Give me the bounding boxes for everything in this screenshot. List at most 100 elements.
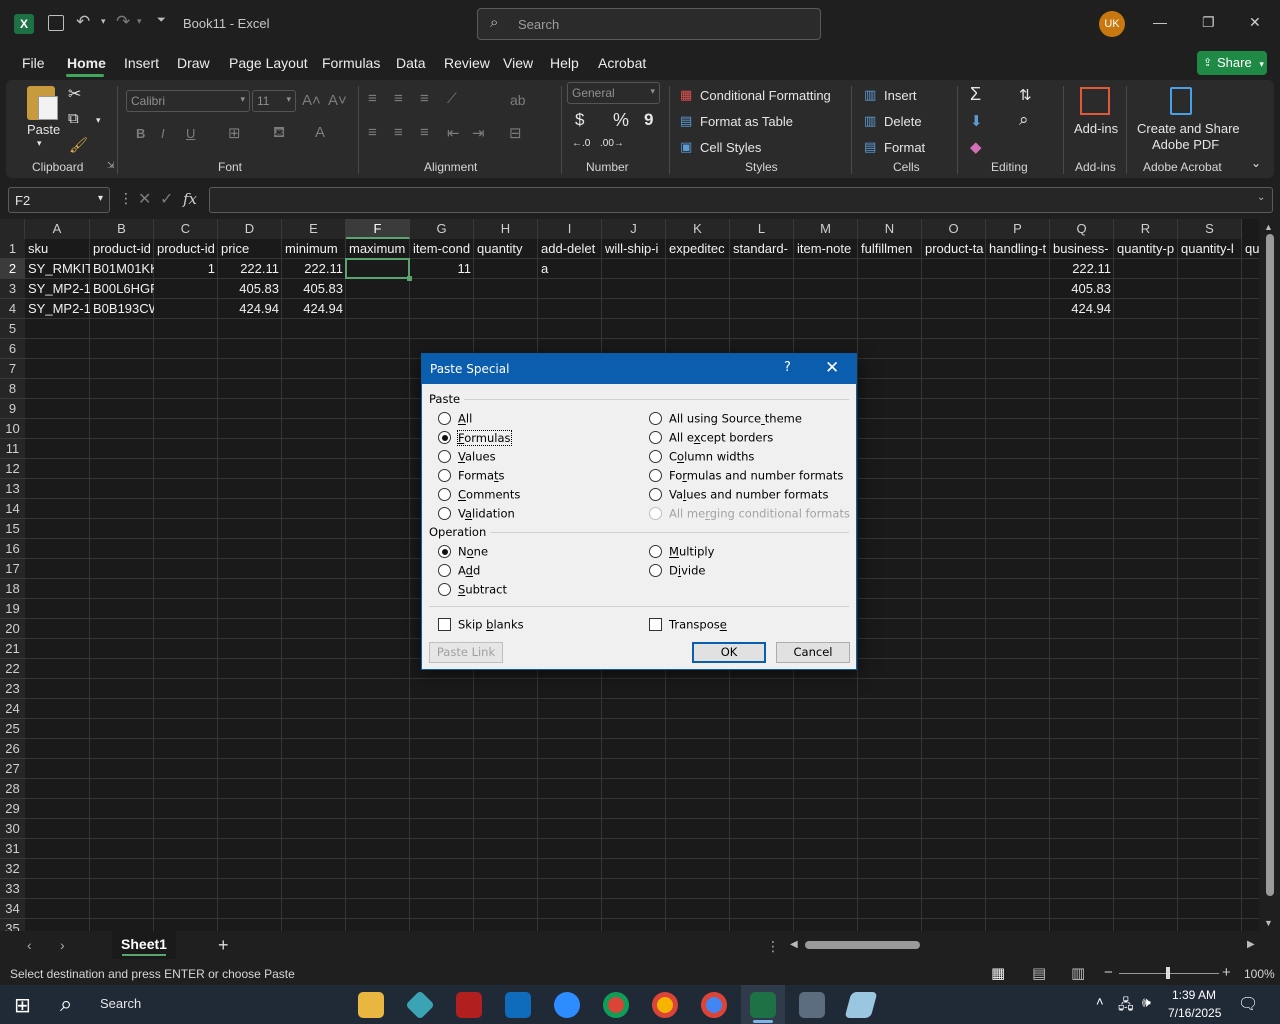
align-left-icon[interactable]: ≡	[368, 124, 377, 141]
column-header-a[interactable]: A	[25, 219, 90, 239]
font-color-icon[interactable]: A	[315, 124, 325, 141]
zoom-out-icon[interactable]: −	[1104, 964, 1113, 981]
row-header-30[interactable]: 30	[0, 819, 25, 839]
menu-help[interactable]: Help	[550, 55, 579, 71]
clear-icon[interactable]: ◆	[970, 138, 982, 156]
radio-all-merging-conditional-formats[interactable]: All merging conditional formats	[649, 506, 850, 522]
cell-s1[interactable]: quantity-l	[1178, 239, 1242, 259]
dialog-close-icon[interactable]: ✕	[825, 358, 839, 378]
column-header-s[interactable]: S	[1178, 219, 1242, 239]
scroll-right-icon[interactable]: ▶	[1247, 939, 1255, 950]
row-header-8[interactable]: 8	[0, 379, 25, 399]
row-header-14[interactable]: 14	[0, 499, 25, 519]
increase-decimal-icon[interactable]: ←.0	[572, 138, 590, 149]
row-header-16[interactable]: 16	[0, 539, 25, 559]
menu-view[interactable]: View	[503, 55, 533, 71]
cell-k1[interactable]: expeditec	[666, 239, 730, 259]
row-header-27[interactable]: 27	[0, 759, 25, 779]
cut-icon[interactable]: ✂	[68, 84, 81, 104]
format-cells-button[interactable]: Format	[884, 140, 925, 155]
paste-label[interactable]: Paste	[27, 122, 60, 137]
column-header-b[interactable]: B	[90, 219, 154, 239]
font-name-select[interactable]: Calibri ▾	[126, 90, 250, 112]
bold-button[interactable]: B	[136, 126, 145, 141]
zoom-slider-thumb[interactable]	[1166, 967, 1170, 979]
fill-icon[interactable]: ⬇	[970, 112, 983, 130]
format-painter-icon[interactable]: 🖌	[69, 136, 88, 154]
menu-data[interactable]: Data	[396, 55, 426, 71]
cell-t1[interactable]: qu	[1242, 239, 1259, 259]
row-header-35[interactable]: 35	[0, 919, 25, 931]
row-header-22[interactable]: 22	[0, 659, 25, 679]
cancel-button[interactable]: Cancel	[776, 642, 850, 663]
notifications-icon[interactable]: 🗨	[1238, 994, 1258, 1014]
cell-a4[interactable]: SY_MP2-1	[25, 299, 90, 319]
row-header-24[interactable]: 24	[0, 699, 25, 719]
decrease-font-icon[interactable]: A˅	[328, 92, 347, 109]
create-pdf-line2[interactable]: Adobe PDF	[1152, 137, 1219, 152]
cell-g2[interactable]: 11	[410, 259, 474, 279]
radio-formats[interactable]: Formats	[438, 468, 505, 484]
cancel-entry-icon[interactable]: ✕	[138, 189, 151, 209]
cell-e4[interactable]: 424.94	[282, 299, 346, 319]
calculator-icon[interactable]	[799, 992, 825, 1018]
file-explorer-icon[interactable]	[358, 992, 384, 1018]
radio-all-using-source-theme[interactable]: All using Source theme	[649, 411, 802, 427]
decrease-indent-icon[interactable]: ⇤	[447, 124, 460, 142]
normal-view-icon[interactable]: ▦	[991, 964, 1005, 982]
transpose-checkbox[interactable]: Transpose	[649, 617, 727, 633]
column-header-j[interactable]: J	[602, 219, 666, 239]
cell-a3[interactable]: SY_MP2-1	[25, 279, 90, 299]
column-header-e[interactable]: E	[282, 219, 346, 239]
horizontal-scroll-thumb[interactable]	[805, 941, 920, 949]
volume-icon[interactable]: 🕪	[1142, 994, 1151, 1011]
cell-a1[interactable]: sku	[25, 239, 90, 259]
row-header-11[interactable]: 11	[0, 439, 25, 459]
tray-chevron-icon[interactable]: ˄	[1096, 994, 1104, 1009]
name-box[interactable]: F2 ▾	[8, 187, 110, 213]
row-header-4[interactable]: 4	[0, 299, 25, 319]
autosum-icon[interactable]: Σ	[970, 84, 981, 105]
cell-r1[interactable]: quantity-p	[1114, 239, 1178, 259]
orientation-icon[interactable]: ⟋	[447, 90, 457, 107]
zoom-level[interactable]: 100%	[1244, 967, 1275, 981]
row-header-33[interactable]: 33	[0, 879, 25, 899]
cell-b4[interactable]: B0B193CW2V	[90, 299, 154, 319]
column-header-m[interactable]: M	[794, 219, 858, 239]
column-header-n[interactable]: N	[858, 219, 922, 239]
radio-none[interactable]: None	[438, 544, 488, 560]
vertical-scroll-thumb[interactable]	[1266, 234, 1274, 896]
cell-d2[interactable]: 222.11	[218, 259, 282, 279]
middle-align-icon[interactable]: ≡	[394, 90, 403, 107]
radio-formulas-and-number-formats[interactable]: Formulas and number formats	[649, 468, 843, 484]
save-icon[interactable]	[48, 15, 64, 31]
cell-c2[interactable]: 1	[154, 259, 218, 279]
radio-formulas[interactable]: Formulas	[438, 429, 512, 446]
zoom-in-icon[interactable]: +	[1222, 964, 1231, 981]
align-right-icon[interactable]: ≡	[420, 124, 429, 141]
close-button[interactable]: ✕	[1249, 14, 1261, 31]
row-header-5[interactable]: 5	[0, 319, 25, 339]
sheet-tab-sheet1[interactable]: Sheet1	[112, 931, 176, 959]
clock-date[interactable]: 7/16/2025	[1168, 1006, 1221, 1020]
next-sheet-icon[interactable]: ›	[60, 937, 65, 953]
column-header-o[interactable]: O	[922, 219, 986, 239]
restore-button[interactable]: ❐	[1202, 14, 1215, 31]
menu-home[interactable]: Home	[67, 55, 106, 71]
menu-review[interactable]: Review	[444, 55, 490, 71]
insert-cells-button[interactable]: Insert	[884, 88, 917, 103]
outlook-icon[interactable]	[505, 992, 531, 1018]
cell-g1[interactable]: item-cond	[410, 239, 474, 259]
increase-indent-icon[interactable]: ⇥	[472, 124, 485, 142]
more-options-icon[interactable]: ⋮	[119, 190, 133, 207]
cell-o1[interactable]: product-ta	[922, 239, 986, 259]
undo-icon[interactable]: ↶	[76, 12, 90, 32]
column-header-d[interactable]: D	[218, 219, 282, 239]
merge-center-icon[interactable]: ⊟	[509, 124, 522, 142]
menu-acrobat[interactable]: Acrobat	[598, 55, 646, 71]
row-header-23[interactable]: 23	[0, 679, 25, 699]
percent-button[interactable]: %	[613, 110, 629, 131]
column-header-i[interactable]: I	[538, 219, 602, 239]
clock-time[interactable]: 1:39 AM	[1172, 988, 1216, 1002]
create-pdf-line1[interactable]: Create and Share	[1137, 121, 1240, 136]
